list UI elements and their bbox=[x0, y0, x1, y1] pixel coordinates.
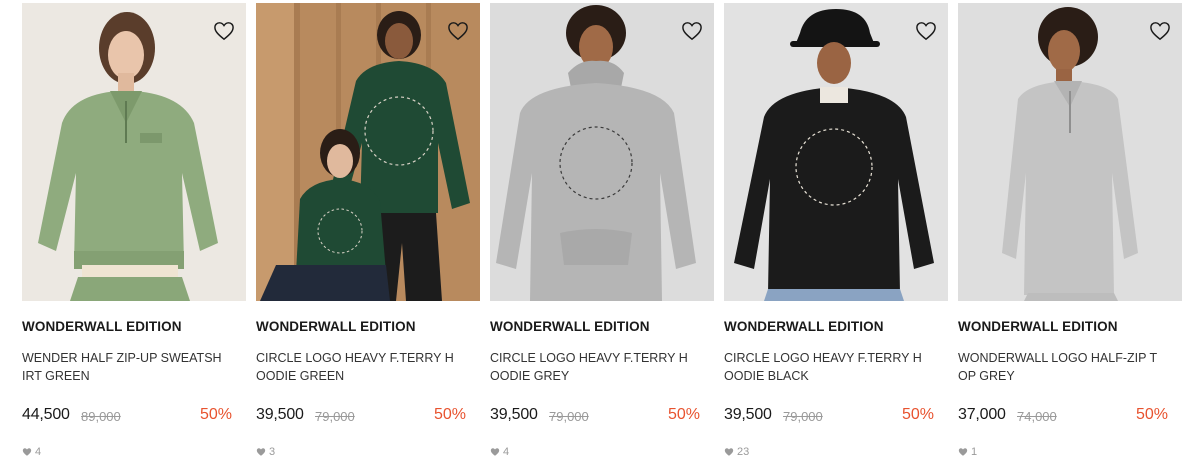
sale-price: 39,500 bbox=[490, 406, 538, 423]
product-name[interactable]: CIRCLE LOGO HEAVY F.TERRY HOODIE GREEN bbox=[256, 349, 459, 385]
original-price: 79,000 bbox=[783, 409, 823, 424]
like-count-value: 1 bbox=[971, 446, 978, 458]
original-price: 79,000 bbox=[315, 409, 355, 424]
discount-rate: 50% bbox=[199, 406, 232, 423]
product-image[interactable] bbox=[256, 3, 480, 301]
product-photo bbox=[22, 3, 246, 301]
wishlist-button[interactable] bbox=[210, 17, 238, 45]
heart-icon bbox=[958, 448, 968, 456]
product-image[interactable] bbox=[490, 3, 714, 301]
heart-icon bbox=[256, 448, 266, 456]
sale-price: 39,500 bbox=[256, 406, 304, 423]
product-card[interactable]: WONDERWALL EDITION CIRCLE LOGO HEAVY F.T… bbox=[724, 3, 948, 469]
discount-rate: 50% bbox=[1135, 406, 1168, 423]
heart-outline-icon bbox=[214, 22, 234, 41]
heart-outline-icon bbox=[682, 22, 702, 41]
heart-icon bbox=[490, 448, 500, 456]
wishlist-button[interactable] bbox=[1146, 17, 1174, 45]
wishlist-button[interactable] bbox=[444, 17, 472, 45]
product-brand[interactable]: WONDERWALL EDITION bbox=[22, 319, 246, 334]
product-name[interactable]: CIRCLE LOGO HEAVY F.TERRY HOODIE BLACK bbox=[724, 349, 927, 385]
like-count: 1 bbox=[958, 445, 977, 459]
like-count: 3 bbox=[256, 445, 275, 459]
sale-price: 37,000 bbox=[958, 406, 1006, 423]
product-card[interactable]: WONDERWALL EDITION WONDERWALL LOGO HALF-… bbox=[958, 3, 1182, 469]
heart-icon bbox=[724, 448, 734, 456]
product-photo bbox=[490, 3, 714, 301]
product-brand[interactable]: WONDERWALL EDITION bbox=[490, 319, 714, 334]
product-card[interactable]: WONDERWALL EDITION WENDER HALF ZIP-UP SW… bbox=[22, 3, 246, 469]
original-price: 89,000 bbox=[81, 409, 121, 424]
product-image[interactable] bbox=[958, 3, 1182, 301]
like-count: 4 bbox=[22, 445, 41, 459]
product-name[interactable]: CIRCLE LOGO HEAVY F.TERRY HOODIE GREY bbox=[490, 349, 693, 385]
product-brand[interactable]: WONDERWALL EDITION bbox=[256, 319, 480, 334]
product-image[interactable] bbox=[724, 3, 948, 301]
heart-outline-icon bbox=[916, 22, 936, 41]
product-brand[interactable]: WONDERWALL EDITION bbox=[724, 319, 948, 334]
product-grid: WONDERWALL EDITION WENDER HALF ZIP-UP SW… bbox=[22, 3, 1182, 469]
like-count: 23 bbox=[724, 445, 749, 459]
original-price: 79,000 bbox=[549, 409, 589, 424]
discount-rate: 50% bbox=[667, 406, 700, 423]
sale-price: 44,500 bbox=[22, 406, 70, 423]
product-photo bbox=[958, 3, 1182, 301]
product-card[interactable]: WONDERWALL EDITION CIRCLE LOGO HEAVY F.T… bbox=[490, 3, 714, 469]
discount-rate: 50% bbox=[901, 406, 934, 423]
product-photo bbox=[256, 3, 480, 301]
like-count: 4 bbox=[490, 445, 509, 459]
price-row: 44,500 89,000 50% bbox=[22, 406, 232, 428]
price-row: 39,500 79,000 50% bbox=[256, 406, 466, 428]
original-price: 74,000 bbox=[1017, 409, 1057, 424]
product-image[interactable] bbox=[22, 3, 246, 301]
wishlist-button[interactable] bbox=[678, 17, 706, 45]
heart-outline-icon bbox=[448, 22, 468, 41]
discount-rate: 50% bbox=[433, 406, 466, 423]
price-row: 37,000 74,000 50% bbox=[958, 406, 1168, 428]
product-name[interactable]: WONDERWALL LOGO HALF-ZIP TOP GREY bbox=[958, 349, 1161, 385]
product-name[interactable]: WENDER HALF ZIP-UP SWEATSHIRT GREEN bbox=[22, 349, 225, 385]
price-row: 39,500 79,000 50% bbox=[490, 406, 700, 428]
product-card[interactable]: WONDERWALL EDITION CIRCLE LOGO HEAVY F.T… bbox=[256, 3, 480, 469]
product-brand[interactable]: WONDERWALL EDITION bbox=[958, 319, 1182, 334]
price-row: 39,500 79,000 50% bbox=[724, 406, 934, 428]
heart-icon bbox=[22, 448, 32, 456]
like-count-value: 23 bbox=[737, 446, 750, 458]
wishlist-button[interactable] bbox=[912, 17, 940, 45]
like-count-value: 4 bbox=[503, 446, 510, 458]
sale-price: 39,500 bbox=[724, 406, 772, 423]
heart-outline-icon bbox=[1150, 22, 1170, 41]
like-count-value: 3 bbox=[269, 446, 276, 458]
product-photo bbox=[724, 3, 948, 301]
like-count-value: 4 bbox=[35, 446, 42, 458]
